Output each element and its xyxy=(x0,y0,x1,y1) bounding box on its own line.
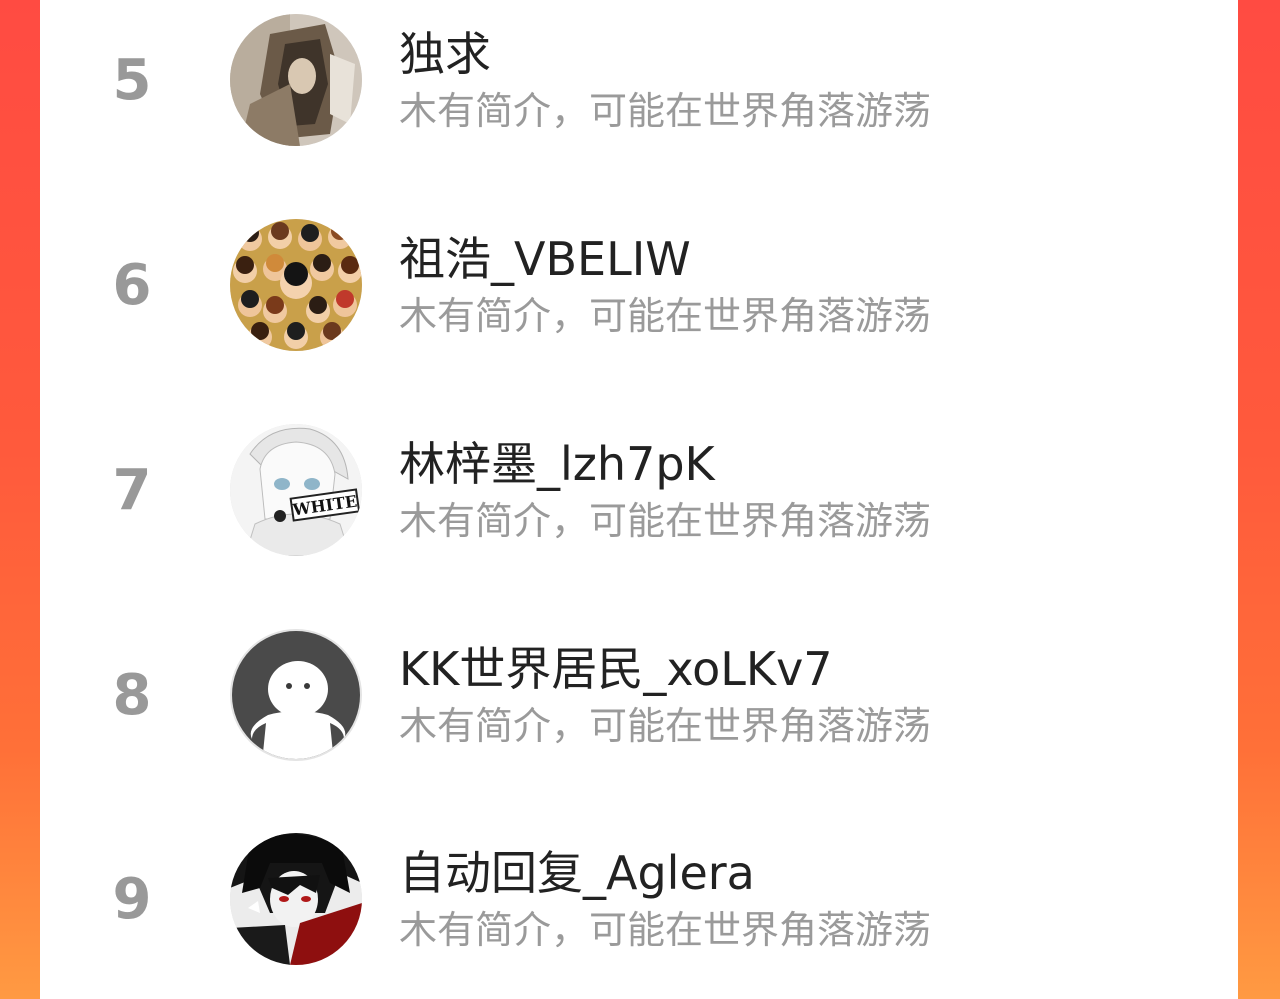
user-bio: 木有简介，可能在世界角落游荡 xyxy=(399,908,932,952)
ranking-panel: 5 独求 木有简介，可能在世界角落游荡 6 祖浩_VBELIW 木有简介，可能在… xyxy=(40,0,1238,999)
rank-row[interactable]: 8 KK世界居民_xoLKv7 木有简介，可能在世界角落游荡 xyxy=(40,625,1238,765)
default-ghost-avatar[interactable] xyxy=(230,629,362,761)
user-name[interactable]: KK世界居民_xoLKv7 xyxy=(399,641,833,697)
user-name[interactable]: 祖浩_VBELIW xyxy=(399,231,691,287)
user-bio: 木有简介，可能在世界角落游荡 xyxy=(399,294,932,338)
user-bio: 木有简介，可能在世界角落游荡 xyxy=(399,89,932,133)
user-bio: 木有简介，可能在世界角落游荡 xyxy=(399,499,932,543)
rank-number: 7 xyxy=(112,458,152,523)
sketch-portrait-avatar[interactable] xyxy=(230,14,362,146)
default-ghost-avatar-image xyxy=(232,631,360,759)
crowd-collage-avatar-image xyxy=(230,219,362,351)
dark-anime-avatar-image xyxy=(230,833,362,965)
rank-row[interactable]: 7 WHITE 林梓墨_lzh7pK 木有简介，可能在世界角落游荡 xyxy=(40,420,1238,560)
user-name[interactable]: 林梓墨_lzh7pK xyxy=(399,436,715,492)
white-anime-avatar[interactable]: WHITE xyxy=(230,424,362,556)
user-bio: 木有简介，可能在世界角落游荡 xyxy=(399,704,932,748)
rank-number: 9 xyxy=(112,867,152,932)
rank-number: 5 xyxy=(112,48,152,113)
rank-number: 6 xyxy=(112,253,152,318)
rank-row[interactable]: 5 独求 木有简介，可能在世界角落游荡 xyxy=(40,10,1238,150)
rank-list: 5 独求 木有简介，可能在世界角落游荡 6 祖浩_VBELIW 木有简介，可能在… xyxy=(40,0,1238,999)
rank-row[interactable]: 6 祖浩_VBELIW 木有简介，可能在世界角落游荡 xyxy=(40,215,1238,355)
sketch-portrait-avatar-image xyxy=(230,14,362,146)
user-name[interactable]: 独求 xyxy=(399,26,491,82)
rank-number: 8 xyxy=(112,663,152,728)
crowd-collage-avatar[interactable] xyxy=(230,219,362,351)
rank-row[interactable]: 9 自动回复_Aglera 木有简介，可能在世界角落游荡 xyxy=(40,829,1238,969)
white-anime-avatar-image: WHITE xyxy=(230,424,362,556)
dark-anime-avatar[interactable] xyxy=(230,833,362,965)
user-name[interactable]: 自动回复_Aglera xyxy=(399,845,755,901)
